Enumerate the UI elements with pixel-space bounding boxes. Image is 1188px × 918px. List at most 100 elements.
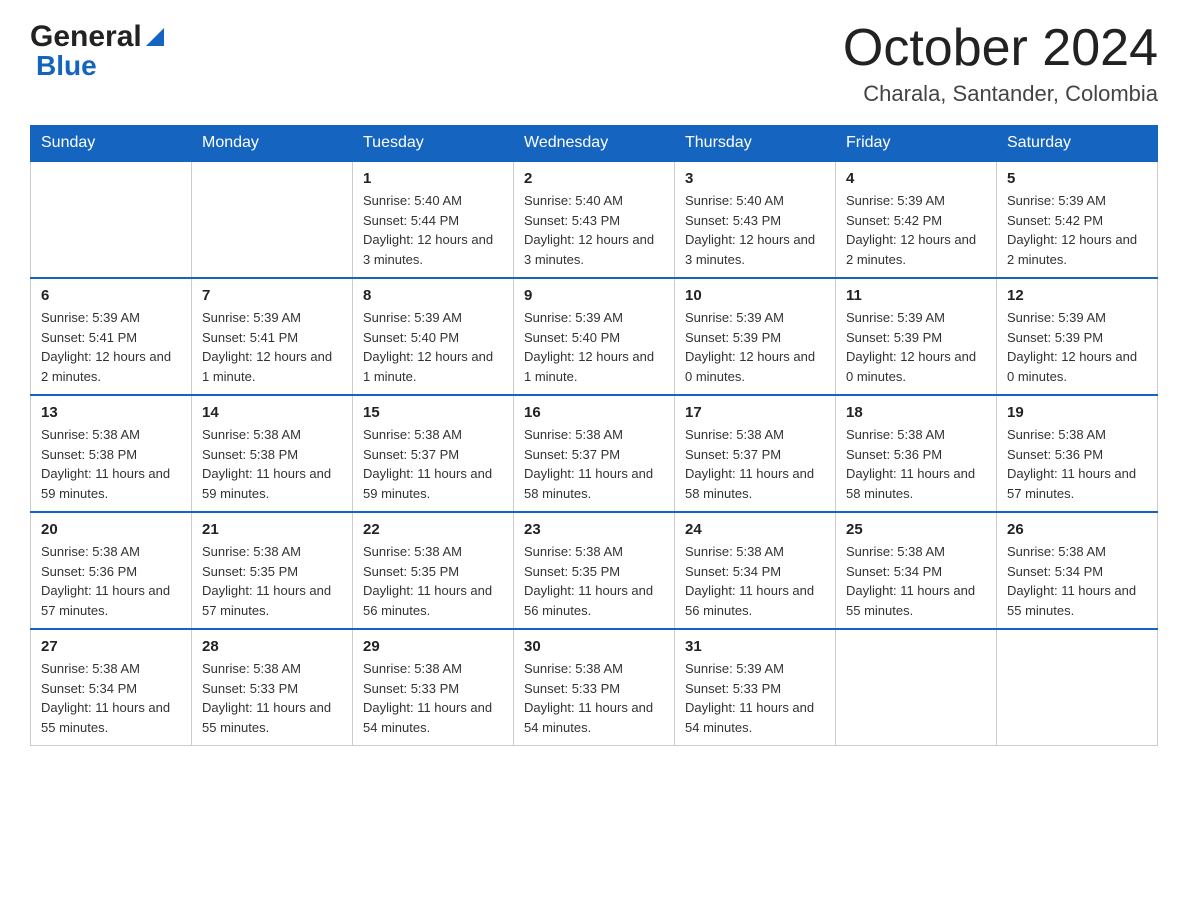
day-number: 15 <box>363 404 503 421</box>
day-info: Sunrise: 5:39 AMSunset: 5:39 PMDaylight:… <box>1007 308 1147 386</box>
day-header-tuesday: Tuesday <box>353 126 514 162</box>
calendar-cell: 23 Sunrise: 5:38 AMSunset: 5:35 PMDayligh… <box>514 512 675 629</box>
days-header-row: SundayMondayTuesdayWednesdayThursdayFrid… <box>31 126 1158 162</box>
day-number: 24 <box>685 521 825 538</box>
week-row-3: 13 Sunrise: 5:38 AMSunset: 5:38 PMDayligh… <box>31 395 1158 512</box>
calendar-cell: 15Sunrise: 5:38 AMSunset: 5:37 PMDayligh… <box>353 395 514 512</box>
day-info: Sunrise: 5:38 AMSunset: 5:38 PMDaylight:… <box>202 425 342 503</box>
day-header-thursday: Thursday <box>675 126 836 162</box>
logo-blue-text: Blue <box>36 50 97 82</box>
day-info: Sunrise: 5:39 AMSunset: 5:39 PMDaylight:… <box>685 308 825 386</box>
day-info: Sunrise: 5:39 AMSunset: 5:41 PMDaylight:… <box>41 308 181 386</box>
calendar-cell: 5 Sunrise: 5:39 AMSunset: 5:42 PMDaylight… <box>997 161 1158 278</box>
calendar-cell: 17 Sunrise: 5:38 AMSunset: 5:37 PMDayligh… <box>675 395 836 512</box>
calendar-cell: 2 Sunrise: 5:40 AMSunset: 5:43 PMDaylight… <box>514 161 675 278</box>
day-number: 2 <box>524 170 664 187</box>
calendar-cell: 14Sunrise: 5:38 AMSunset: 5:38 PMDayligh… <box>192 395 353 512</box>
logo-triangle-icon <box>146 28 164 51</box>
day-number: 9 <box>524 287 664 304</box>
day-number: 26 <box>1007 521 1147 538</box>
calendar-cell: 25 Sunrise: 5:38 AMSunset: 5:34 PMDayligh… <box>836 512 997 629</box>
day-number: 16 <box>524 404 664 421</box>
day-info: Sunrise: 5:38 AMSunset: 5:33 PMDaylight:… <box>202 659 342 737</box>
day-number: 19 <box>1007 404 1147 421</box>
day-header-saturday: Saturday <box>997 126 1158 162</box>
day-info: Sunrise: 5:38 AMSunset: 5:37 PMDaylight:… <box>524 425 664 503</box>
calendar-cell <box>192 161 353 278</box>
day-info: Sunrise: 5:40 AMSunset: 5:44 PMDaylight:… <box>363 191 503 269</box>
calendar-cell: 8Sunrise: 5:39 AMSunset: 5:40 PMDaylight… <box>353 278 514 395</box>
calendar-cell: 21 Sunrise: 5:38 AMSunset: 5:35 PMDayligh… <box>192 512 353 629</box>
day-info: Sunrise: 5:38 AMSunset: 5:35 PMDaylight:… <box>524 542 664 620</box>
day-number: 25 <box>846 521 986 538</box>
month-title: October 2024 <box>843 20 1158 77</box>
calendar-cell: 19 Sunrise: 5:38 AMSunset: 5:36 PMDayligh… <box>997 395 1158 512</box>
calendar-cell: 1 Sunrise: 5:40 AMSunset: 5:44 PMDaylight… <box>353 161 514 278</box>
calendar-cell: 11 Sunrise: 5:39 AMSunset: 5:39 PMDayligh… <box>836 278 997 395</box>
day-number: 12 <box>1007 287 1147 304</box>
day-info: Sunrise: 5:40 AMSunset: 5:43 PMDaylight:… <box>524 191 664 269</box>
day-number: 30 <box>524 638 664 655</box>
day-info: Sunrise: 5:39 AMSunset: 5:39 PMDaylight:… <box>846 308 986 386</box>
day-header-wednesday: Wednesday <box>514 126 675 162</box>
day-number: 1 <box>363 170 503 187</box>
calendar-cell: 28 Sunrise: 5:38 AMSunset: 5:33 PMDayligh… <box>192 629 353 746</box>
calendar-cell <box>31 161 192 278</box>
day-number: 7 <box>202 287 342 304</box>
day-info: Sunrise: 5:38 AMSunset: 5:38 PMDaylight:… <box>41 425 181 503</box>
calendar-cell: 20Sunrise: 5:38 AMSunset: 5:36 PMDayligh… <box>31 512 192 629</box>
day-number: 13 <box>41 404 181 421</box>
day-info: Sunrise: 5:39 AMSunset: 5:41 PMDaylight:… <box>202 308 342 386</box>
day-info: Sunrise: 5:38 AMSunset: 5:34 PMDaylight:… <box>1007 542 1147 620</box>
calendar-cell: 13 Sunrise: 5:38 AMSunset: 5:38 PMDayligh… <box>31 395 192 512</box>
day-number: 17 <box>685 404 825 421</box>
day-number: 6 <box>41 287 181 304</box>
day-number: 23 <box>524 521 664 538</box>
day-info: Sunrise: 5:38 AMSunset: 5:36 PMDaylight:… <box>846 425 986 503</box>
day-number: 5 <box>1007 170 1147 187</box>
week-row-5: 27Sunrise: 5:38 AMSunset: 5:34 PMDayligh… <box>31 629 1158 746</box>
day-number: 22 <box>363 521 503 538</box>
calendar-cell <box>997 629 1158 746</box>
calendar-cell: 6 Sunrise: 5:39 AMSunset: 5:41 PMDaylight… <box>31 278 192 395</box>
day-info: Sunrise: 5:38 AMSunset: 5:34 PMDaylight:… <box>41 659 181 737</box>
day-info: Sunrise: 5:38 AMSunset: 5:34 PMDaylight:… <box>846 542 986 620</box>
calendar-cell: 22 Sunrise: 5:38 AMSunset: 5:35 PMDayligh… <box>353 512 514 629</box>
page-header: General Blue October 2024 Charala, Santa… <box>30 20 1158 107</box>
logo-area: General Blue <box>30 20 164 82</box>
calendar-cell: 30 Sunrise: 5:38 AMSunset: 5:33 PMDayligh… <box>514 629 675 746</box>
day-info: Sunrise: 5:38 AMSunset: 5:36 PMDaylight:… <box>1007 425 1147 503</box>
calendar-cell <box>836 629 997 746</box>
day-number: 3 <box>685 170 825 187</box>
day-number: 4 <box>846 170 986 187</box>
calendar-cell: 24Sunrise: 5:38 AMSunset: 5:34 PMDayligh… <box>675 512 836 629</box>
calendar-cell: 7 Sunrise: 5:39 AMSunset: 5:41 PMDaylight… <box>192 278 353 395</box>
day-number: 11 <box>846 287 986 304</box>
day-header-friday: Friday <box>836 126 997 162</box>
week-row-2: 6 Sunrise: 5:39 AMSunset: 5:41 PMDaylight… <box>31 278 1158 395</box>
logo-container: General <box>30 20 164 54</box>
calendar-cell: 16 Sunrise: 5:38 AMSunset: 5:37 PMDayligh… <box>514 395 675 512</box>
calendar-cell: 18 Sunrise: 5:38 AMSunset: 5:36 PMDayligh… <box>836 395 997 512</box>
calendar-cell: 10Sunrise: 5:39 AMSunset: 5:39 PMDayligh… <box>675 278 836 395</box>
calendar-cell: 9 Sunrise: 5:39 AMSunset: 5:40 PMDaylight… <box>514 278 675 395</box>
calendar-cell: 27Sunrise: 5:38 AMSunset: 5:34 PMDayligh… <box>31 629 192 746</box>
day-number: 21 <box>202 521 342 538</box>
day-info: Sunrise: 5:39 AMSunset: 5:40 PMDaylight:… <box>524 308 664 386</box>
day-number: 18 <box>846 404 986 421</box>
day-info: Sunrise: 5:38 AMSunset: 5:33 PMDaylight:… <box>363 659 503 737</box>
calendar-cell: 31Sunrise: 5:39 AMSunset: 5:33 PMDayligh… <box>675 629 836 746</box>
day-info: Sunrise: 5:39 AMSunset: 5:42 PMDaylight:… <box>846 191 986 269</box>
day-info: Sunrise: 5:38 AMSunset: 5:35 PMDaylight:… <box>202 542 342 620</box>
day-info: Sunrise: 5:38 AMSunset: 5:33 PMDaylight:… <box>524 659 664 737</box>
calendar-cell: 12 Sunrise: 5:39 AMSunset: 5:39 PMDayligh… <box>997 278 1158 395</box>
day-info: Sunrise: 5:38 AMSunset: 5:35 PMDaylight:… <box>363 542 503 620</box>
day-info: Sunrise: 5:38 AMSunset: 5:37 PMDaylight:… <box>685 425 825 503</box>
day-number: 20 <box>41 521 181 538</box>
title-area: October 2024 Charala, Santander, Colombi… <box>843 20 1158 107</box>
calendar-cell: 29Sunrise: 5:38 AMSunset: 5:33 PMDayligh… <box>353 629 514 746</box>
day-number: 8 <box>363 287 503 304</box>
day-info: Sunrise: 5:39 AMSunset: 5:42 PMDaylight:… <box>1007 191 1147 269</box>
logo-bottom: Blue <box>30 50 97 82</box>
day-number: 28 <box>202 638 342 655</box>
